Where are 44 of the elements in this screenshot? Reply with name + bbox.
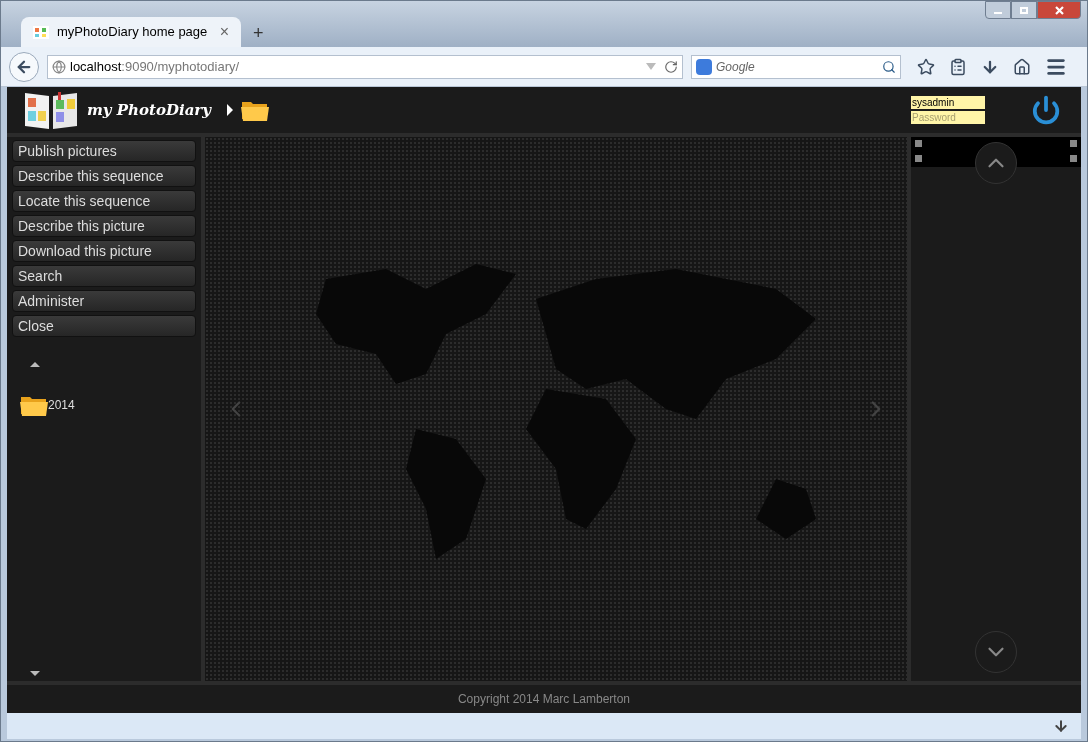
search-engine-icon[interactable]: [696, 58, 712, 75]
tab-title: myPhotoDiary home page: [57, 23, 209, 42]
search-icon[interactable]: [882, 59, 896, 74]
menu-item[interactable]: Describe this sequence: [12, 165, 196, 187]
maximize-button[interactable]: [1011, 1, 1037, 19]
photo-diary-favicon-icon: [33, 24, 49, 40]
clipboard-icon[interactable]: [949, 57, 967, 76]
search-input: Google: [716, 57, 878, 76]
scroll-down-icon[interactable]: [30, 671, 40, 676]
address-field[interactable]: localhost:9090/myphotodiary/: [47, 54, 683, 79]
minimize-button[interactable]: [985, 1, 1011, 19]
folder-icon: [241, 99, 269, 121]
download-icon[interactable]: [1053, 718, 1069, 734]
folder-icon: [20, 394, 48, 416]
menu-item[interactable]: Locate this sequence: [12, 190, 196, 212]
username-field[interactable]: sysadmin: [911, 96, 985, 109]
back-button[interactable]: [9, 51, 39, 82]
menu-item[interactable]: Search: [12, 265, 196, 287]
folder-label[interactable]: 2014: [48, 396, 75, 414]
photo-album-logo-icon: [23, 90, 79, 130]
copyright-text: Copyright 2014 Marc Lamberton: [457, 691, 631, 708]
menu-item[interactable]: Administer: [12, 290, 196, 312]
scroll-down-button[interactable]: [975, 631, 1017, 673]
tab-close-button[interactable]: ×: [219, 24, 229, 40]
home-icon[interactable]: [1013, 57, 1031, 76]
url-text: localhost:9090/myphotodiary/: [70, 57, 241, 76]
scroll-up-button[interactable]: [975, 142, 1017, 184]
menu-item[interactable]: Close: [12, 315, 196, 337]
menu-item[interactable]: Describe this picture: [12, 215, 196, 237]
brand-title: my PhotoDiary: [87, 99, 211, 121]
menu-item[interactable]: Download this picture: [12, 240, 196, 262]
power-icon[interactable]: [1031, 95, 1061, 125]
menu-item[interactable]: Publish pictures: [12, 140, 196, 162]
reload-icon[interactable]: [664, 59, 678, 74]
search-field[interactable]: Google: [691, 54, 901, 79]
star-icon[interactable]: [917, 57, 935, 76]
window-close-button[interactable]: [1037, 1, 1081, 19]
scroll-up-icon[interactable]: [30, 362, 40, 367]
globe-icon: [52, 59, 66, 74]
close-icon: [1054, 5, 1064, 15]
browser-tab[interactable]: myPhotoDiary home page ×: [21, 17, 241, 47]
breadcrumb-caret-icon: [227, 104, 233, 116]
new-tab-button[interactable]: +: [253, 24, 264, 42]
password-field[interactable]: Password: [911, 111, 985, 124]
